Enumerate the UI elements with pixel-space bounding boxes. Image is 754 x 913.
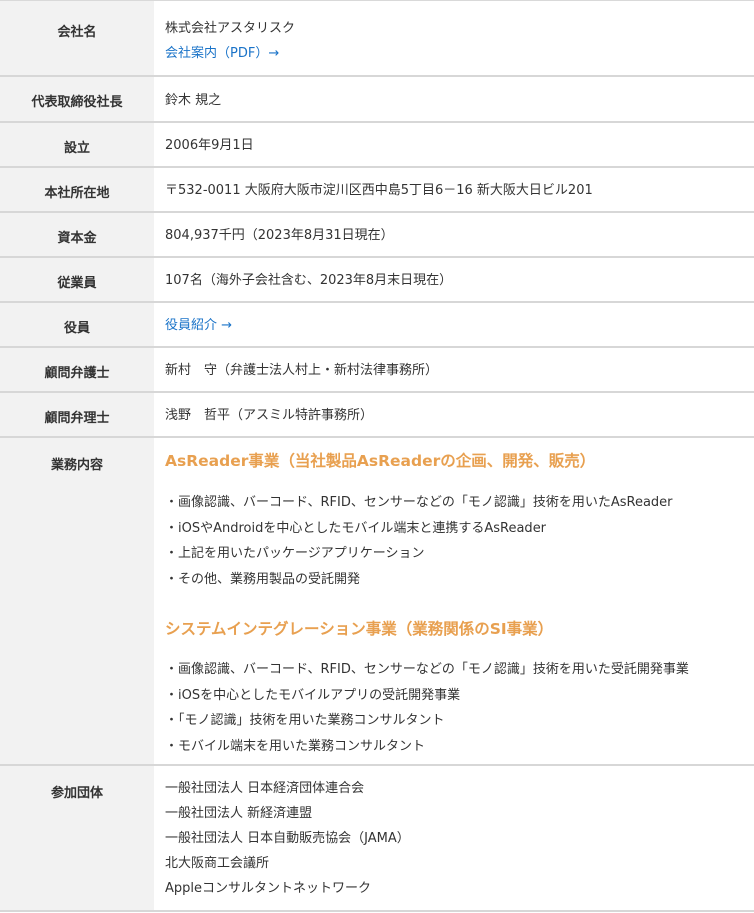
row-address: 本社所在地 〒532-0011 大阪府大阪市淀川区西中島5丁目6－16 新大阪大…: [0, 168, 754, 213]
row-label: 従業員: [0, 258, 154, 301]
employees-text: 107名（海外子会社含む、2023年8月末日現在）: [165, 273, 453, 288]
row-value: 〒532-0011 大阪府大阪市淀川区西中島5丁目6－16 新大阪大日ビル201: [154, 168, 754, 211]
capital-text: 804,937千円（2023年8月31日現在）: [165, 228, 394, 243]
row-employees: 従業員 107名（海外子会社含む、2023年8月末日現在）: [0, 258, 754, 303]
lawyer-text: 新村 守（弁護士法人村上・新村法律事務所）: [165, 363, 439, 378]
company-info-table: 会社名 株式会社アスタリスク 会社案内（PDF）→ 代表取締役社長 鈴木 規之 …: [0, 0, 754, 912]
list-item: ・「モノ認識」技術を用いた業務コンサルタント: [165, 713, 445, 728]
row-value: 107名（海外子会社含む、2023年8月末日現在）: [154, 258, 754, 301]
row-label: 参加団体: [0, 766, 154, 910]
list-item: ・画像認識、バーコード、RFID、センサーなどの「モノ認識」技術を用いた受託開発…: [165, 662, 689, 677]
address-text: 〒532-0011 大阪府大阪市淀川区西中島5丁目6－16 新大阪大日ビル201: [165, 183, 593, 198]
row-value: 一般社団法人 日本経済団体連合会 一般社団法人 新経済連盟 一般社団法人 日本自…: [154, 766, 754, 910]
patent-text: 浅野 哲平（アスミル特許事務所）: [165, 408, 374, 423]
row-lawyer: 顧問弁護士 新村 守（弁護士法人村上・新村法律事務所）: [0, 348, 754, 393]
company-name: 株式会社アスタリスク: [165, 21, 296, 36]
row-label: 代表取締役社長: [0, 77, 154, 121]
list-item: ・モバイル端末を用いた業務コンサルタント: [165, 738, 426, 754]
company-pdf-link[interactable]: 会社案内（PDF）→: [165, 46, 279, 61]
row-value: 株式会社アスタリスク 会社案内（PDF）→: [154, 1, 754, 75]
row-value: 2006年9月1日: [154, 123, 754, 166]
si-heading: システムインテグレーション事業（業務関係のSI事業）: [165, 620, 554, 638]
row-value: 浅野 哲平（アスミル特許事務所）: [154, 393, 754, 436]
row-label: 顧問弁理士: [0, 393, 154, 436]
row-value: 804,937千円（2023年8月31日現在）: [154, 213, 754, 256]
row-label: 本社所在地: [0, 168, 154, 211]
group-item: Appleコンサルタントネットワーク: [165, 881, 372, 896]
row-value: 役員紹介 →: [154, 303, 754, 346]
asreader-heading: AsReader事業（当社製品AsReaderの企画、開発、販売）: [165, 452, 596, 470]
si-list: ・画像認識、バーコード、RFID、センサーなどの「モノ認識」技術を用いた受託開発…: [165, 657, 754, 759]
founded-date: 2006年9月1日: [165, 138, 254, 153]
group-item: 一般社団法人 日本経済団体連合会: [165, 781, 365, 796]
group-item: 北大阪商工会議所: [165, 856, 270, 871]
group-item: 一般社団法人 日本自動販売協会（JAMA）: [165, 831, 410, 846]
ceo-name: 鈴木 規之: [165, 93, 222, 108]
row-value: 新村 守（弁護士法人村上・新村法律事務所）: [154, 348, 754, 391]
row-label: 会社名: [0, 1, 154, 75]
row-founded: 設立 2006年9月1日: [0, 123, 754, 168]
row-ceo: 代表取締役社長 鈴木 規之: [0, 77, 754, 123]
list-item: ・その他、業務用製品の受託開発: [165, 571, 361, 587]
row-value: AsReader事業（当社製品AsReaderの企画、開発、販売） ・画像認識、…: [154, 438, 754, 764]
list-item: ・上記を用いたパッケージアプリケーション: [165, 546, 425, 561]
list-item: ・iOSやAndroidを中心としたモバイル端末と連携するAsReader: [165, 520, 547, 536]
row-groups: 参加団体 一般社団法人 日本経済団体連合会 一般社団法人 新経済連盟 一般社団法…: [0, 766, 754, 912]
row-label: 資本金: [0, 213, 154, 256]
row-patent-attorney: 顧問弁理士 浅野 哲平（アスミル特許事務所）: [0, 393, 754, 438]
group-item: 一般社団法人 新経済連盟: [165, 806, 313, 821]
row-label: 役員: [0, 303, 154, 346]
officers-link[interactable]: 役員紹介 →: [165, 318, 232, 333]
row-label: 顧問弁護士: [0, 348, 154, 391]
row-capital: 資本金 804,937千円（2023年8月31日現在）: [0, 213, 754, 258]
list-item: ・iOSを中心としたモバイルアプリの受託開発事業: [165, 687, 461, 703]
row-label: 設立: [0, 123, 154, 166]
list-item: ・画像認識、バーコード、RFID、センサーなどの「モノ認識」技術を用いたAsRe…: [165, 495, 673, 510]
row-company-name: 会社名 株式会社アスタリスク 会社案内（PDF）→: [0, 1, 754, 77]
row-label: 業務内容: [0, 438, 154, 764]
row-value: 鈴木 規之: [154, 77, 754, 121]
row-business: 業務内容 AsReader事業（当社製品AsReaderの企画、開発、販売） ・…: [0, 438, 754, 766]
row-officers: 役員 役員紹介 →: [0, 303, 754, 348]
asreader-list: ・画像認識、バーコード、RFID、センサーなどの「モノ認識」技術を用いたAsRe…: [165, 490, 754, 592]
